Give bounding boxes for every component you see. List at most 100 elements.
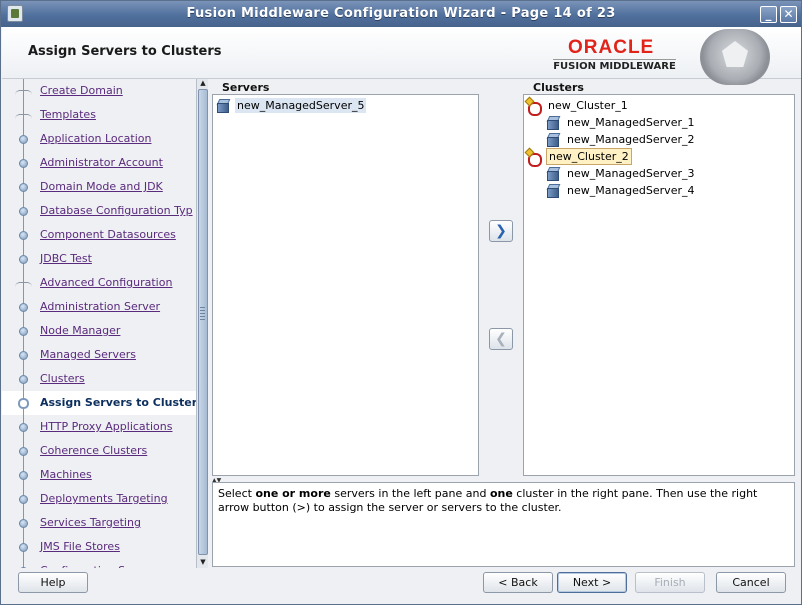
nav-step-label: Advanced Configuration xyxy=(40,276,173,289)
assign-arrow-button[interactable]: ❯ xyxy=(489,220,513,242)
cluster-name: new_Cluster_2 xyxy=(546,148,632,165)
page-title: Assign Servers to Clusters xyxy=(28,44,222,59)
instructions-part: servers in the left pane and xyxy=(330,487,490,500)
instructions-emphasis: one xyxy=(489,487,513,500)
clusters-tree[interactable]: new_Cluster_1 new_ManagedServer_1 new_Mana… xyxy=(523,94,795,476)
server-icon xyxy=(546,167,560,181)
server-name: new_ManagedServer_2 xyxy=(567,133,695,146)
steps-list: Create Domain Templates Application Locati… xyxy=(2,79,198,568)
step-bullet-icon xyxy=(19,447,28,456)
nav-step-label: Create Domain xyxy=(40,84,123,97)
nav-step-label: Configuration S xyxy=(40,564,125,568)
step-bullet-icon xyxy=(19,327,28,336)
servers-heading: Servers xyxy=(222,81,270,94)
cluster-icon xyxy=(526,149,542,167)
nav-step-item[interactable]: Clusters xyxy=(2,367,196,391)
minimize-button[interactable]: _ xyxy=(760,6,777,23)
scroll-up-icon[interactable]: ▲ xyxy=(198,79,208,88)
server-name: new_ManagedServer_3 xyxy=(567,167,695,180)
unassign-arrow-button[interactable]: ❮ xyxy=(489,328,513,350)
nav-step-item[interactable]: JDBC Test xyxy=(2,247,196,271)
nav-step-item[interactable]: Deployments Targeting xyxy=(2,487,196,511)
server-icon xyxy=(216,99,230,113)
finish-button[interactable]: Finish xyxy=(635,572,705,593)
cluster-name: new_Cluster_1 xyxy=(548,99,628,112)
back-button[interactable]: < Back xyxy=(483,572,553,593)
nav-step-item[interactable]: Configuration S xyxy=(2,559,196,568)
step-bullet-icon xyxy=(19,231,28,240)
nav-step-item[interactable]: Database Configuration Typ xyxy=(2,199,196,223)
scroll-down-icon[interactable]: ▼ xyxy=(198,558,208,567)
nav-step-item[interactable]: Administration Server xyxy=(2,295,196,319)
step-bullet-icon xyxy=(19,303,28,312)
step-bullet-icon xyxy=(19,519,28,528)
nav-step-item[interactable]: Administrator Account xyxy=(2,151,196,175)
server-icon xyxy=(546,133,560,147)
nav-step-item[interactable]: Coherence Clusters xyxy=(2,439,196,463)
nav-step-item[interactable]: Advanced Configuration xyxy=(2,271,196,295)
window-title: Fusion Middleware Configuration Wizard -… xyxy=(186,6,616,21)
server-icon xyxy=(546,116,560,130)
oracle-logo: ORACLE xyxy=(568,37,655,58)
nav-step-label: Administration Server xyxy=(40,300,161,313)
step-bullet-icon xyxy=(19,567,28,568)
nav-step-label: Coherence Clusters xyxy=(40,444,148,457)
nav-step-label: Clusters xyxy=(40,372,85,385)
step-bullet-icon xyxy=(19,135,28,144)
nav-step-label: Machines xyxy=(40,468,92,481)
scroll-thumb[interactable] xyxy=(198,89,208,555)
wizard-steps-nav: Create Domain Templates Application Locati… xyxy=(2,79,208,568)
nav-step-label: Services Targeting xyxy=(40,516,141,529)
nav-step-item[interactable]: Templates xyxy=(2,103,196,127)
scroll-grip-icon xyxy=(200,307,205,321)
server-icon xyxy=(546,184,560,198)
nav-step-label: Application Location xyxy=(40,132,152,145)
nav-step-label: JMS File Stores xyxy=(40,540,120,553)
nav-step-item[interactable]: Component Datasources xyxy=(2,223,196,247)
nav-step-label: Node Manager xyxy=(40,324,121,337)
nav-step-label: Assign Servers to Cluster xyxy=(40,396,198,409)
instructions-part: Select xyxy=(218,487,256,500)
nav-step-item[interactable]: Machines xyxy=(2,463,196,487)
instructions-text: Select one or more servers in the left p… xyxy=(212,482,795,567)
nav-step-item[interactable]: Domain Mode and JDK xyxy=(2,175,196,199)
wizard-window: Fusion Middleware Configuration Wizard -… xyxy=(0,0,802,605)
instructions-emphasis: one or more xyxy=(255,487,331,500)
next-button[interactable]: Next > xyxy=(557,572,627,593)
step-bullet-icon xyxy=(19,423,28,432)
clusters-heading: Clusters xyxy=(533,81,584,94)
help-button[interactable]: Help xyxy=(18,572,88,593)
nav-step-label: JDBC Test xyxy=(40,252,92,265)
step-branch-icon xyxy=(15,90,32,95)
nav-step-label: Component Datasources xyxy=(40,228,176,241)
step-bullet-icon xyxy=(19,495,28,504)
page-header: Assign Servers to Clusters ORACLE FUSION… xyxy=(2,27,801,85)
nav-step-item[interactable]: Managed Servers xyxy=(2,343,196,367)
nav-step-label: Templates xyxy=(40,108,96,121)
nav-scrollbar[interactable]: ▲ ▼ xyxy=(196,79,208,568)
step-bullet-icon xyxy=(19,183,28,192)
pentagon-emblem-icon xyxy=(700,29,770,85)
nav-step-item[interactable]: Node Manager xyxy=(2,319,196,343)
close-button[interactable]: ✕ xyxy=(780,6,797,23)
nav-step-label: Database Configuration Typ xyxy=(40,204,193,217)
nav-step-label: HTTP Proxy Applications xyxy=(40,420,173,433)
nav-step-item[interactable]: Create Domain xyxy=(2,79,196,103)
nav-step-item[interactable]: Assign Servers to Cluster xyxy=(2,391,198,415)
cluster-icon xyxy=(526,98,542,116)
step-bullet-icon xyxy=(19,255,28,264)
server-name: new_ManagedServer_5 xyxy=(235,98,367,113)
step-bullet-icon xyxy=(18,398,29,409)
nav-step-item[interactable]: Services Targeting xyxy=(2,511,196,535)
nav-step-item[interactable]: JMS File Stores xyxy=(2,535,196,559)
nav-step-label: Administrator Account xyxy=(40,156,163,169)
step-bullet-icon xyxy=(19,543,28,552)
step-branch-icon xyxy=(15,282,32,287)
nav-step-item[interactable]: Application Location xyxy=(2,127,196,151)
step-bullet-icon xyxy=(19,471,28,480)
nav-step-label: Managed Servers xyxy=(40,348,136,361)
nav-step-item[interactable]: HTTP Proxy Applications xyxy=(2,415,196,439)
cancel-button[interactable]: Cancel xyxy=(716,572,786,593)
servers-list[interactable]: new_ManagedServer_5 xyxy=(212,94,479,476)
title-bar: Fusion Middleware Configuration Wizard -… xyxy=(1,1,801,27)
